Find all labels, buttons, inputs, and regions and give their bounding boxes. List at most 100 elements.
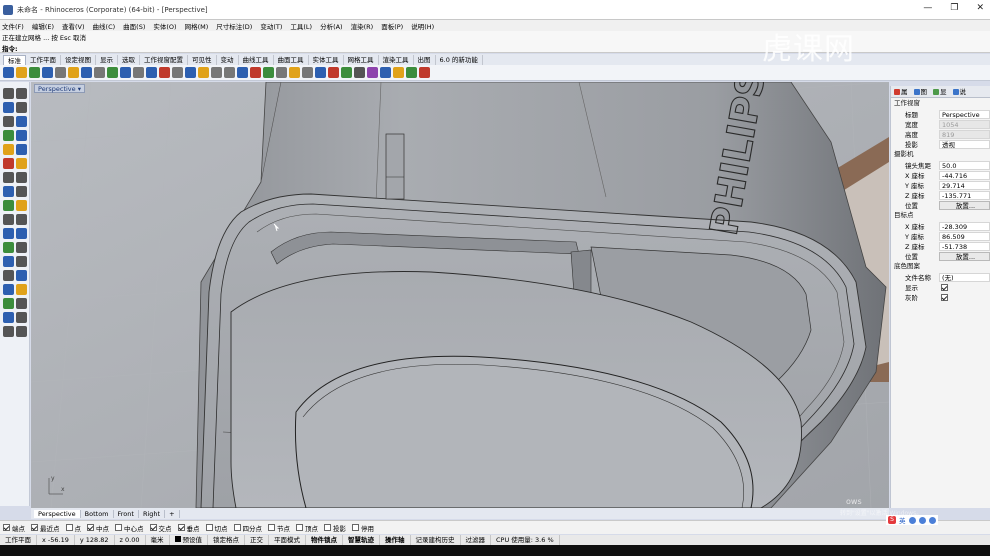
menu-solid[interactable]: 实体(O) [153,21,176,31]
toolbar-tool-icon[interactable] [107,67,118,78]
menu-curve[interactable]: 曲线(C) [93,21,116,31]
toolbar-tool-icon[interactable] [120,67,131,78]
tab-render-tools[interactable]: 渲染工具 [379,55,414,65]
maximize-button[interactable]: ❐ [950,3,958,13]
tab-solid-tools[interactable]: 实体工具 [309,55,344,65]
toolbar-tool-icon[interactable] [172,67,183,78]
projection-select[interactable]: 透视 [939,139,990,149]
toolbar-tool-icon[interactable] [302,67,313,78]
osnap-checkbox[interactable] [296,524,303,531]
toolbar-tool-icon[interactable] [289,67,300,78]
osnap-checkbox[interactable] [31,524,38,531]
palette-tool-icon[interactable] [3,228,14,239]
status-toggle[interactable]: 操作轴 [380,535,411,545]
target-x-field[interactable]: -28.309 [939,221,990,231]
palette-tool-icon[interactable] [3,256,14,267]
osnap-checkbox[interactable] [87,524,94,531]
status-layer[interactable]: 预设值 [170,535,208,545]
toolbar-tool-icon[interactable] [341,67,352,78]
camera-x-field[interactable]: -44.716 [939,170,990,180]
menu-mesh[interactable]: 网格(M) [185,21,209,31]
show-wallpaper-checkbox[interactable] [941,283,948,291]
palette-tool-icon[interactable] [16,298,27,309]
palette-tool-icon[interactable] [3,172,14,183]
tab-standard[interactable]: 标准 [3,55,26,65]
tab-set-view[interactable]: 设定视图 [61,55,96,65]
ime-toolbar[interactable]: S 英 [886,515,938,525]
palette-tool-icon[interactable] [3,242,14,253]
camera-y-field[interactable]: 29.714 [939,180,990,190]
osnap-item[interactable]: 垂点 [177,523,200,533]
toolbar-tool-icon[interactable] [367,67,378,78]
grayscale-checkbox[interactable] [941,293,948,301]
osnap-item[interactable]: 交点 [149,523,172,533]
menu-panels[interactable]: 面板(P) [381,21,403,31]
palette-tool-icon[interactable] [16,158,27,169]
tab-visibility[interactable]: 可见性 [188,55,217,65]
toolbar-tool-icon[interactable] [237,67,248,78]
menu-help[interactable]: 说明(H) [411,21,434,31]
palette-tool-icon[interactable] [16,312,27,323]
target-z-field[interactable]: -51.738 [939,241,990,251]
palette-tool-icon[interactable] [3,144,14,155]
palette-tool-icon[interactable] [16,228,27,239]
osnap-item[interactable]: 切点 [205,523,228,533]
camera-place-button[interactable]: 放置... [939,200,990,210]
title-field[interactable]: Perspective [939,109,990,119]
tab-drafting[interactable]: 出图 [414,55,436,65]
add-viewport-button[interactable]: + [165,509,180,518]
tab-new-in-v6[interactable]: 6.0 的新功能 [436,55,483,65]
toolbar-tool-icon[interactable] [29,67,40,78]
toolbar-tool-icon[interactable] [159,67,170,78]
osnap-checkbox[interactable] [149,524,157,531]
tab-viewport-layout[interactable]: 工作视窗配置 [140,55,188,65]
focal-length-field[interactable]: 50.0 [939,160,990,170]
tab-cplanes[interactable]: 工作平面 [26,55,61,65]
menu-tools[interactable]: 工具(L) [290,21,312,31]
tab-transform[interactable]: 变动 [217,55,239,65]
osnap-item[interactable]: 节点 [268,523,290,533]
palette-tool-icon[interactable] [16,270,27,281]
palette-tool-icon[interactable] [3,88,14,99]
toolbar-tool-icon[interactable] [380,67,391,78]
osnap-item[interactable]: 投影 [324,523,346,533]
toolbar-tool-icon[interactable] [328,67,339,78]
osnap-checkbox[interactable] [233,524,241,531]
palette-tool-icon[interactable] [16,200,27,211]
palette-tool-icon[interactable] [16,284,27,295]
toolbar-tool-icon[interactable] [211,67,222,78]
toolbar-tool-icon[interactable] [406,67,417,78]
tab-display-panel[interactable]: 显 [930,86,950,97]
toolbar-tool-icon[interactable] [393,67,404,78]
minimize-button[interactable]: — [923,3,932,13]
palette-tool-icon[interactable] [16,172,27,183]
palette-tool-icon[interactable] [16,256,27,267]
osnap-item[interactable]: 中心点 [115,523,144,533]
toolbar-tool-icon[interactable] [419,67,430,78]
toolbar-tool-icon[interactable] [42,67,53,78]
palette-tool-icon[interactable] [16,242,27,253]
osnap-checkbox[interactable] [177,524,185,531]
menu-file[interactable]: 文件(F) [2,21,24,31]
toolbar-tool-icon[interactable] [276,67,287,78]
osnap-checkbox[interactable] [3,524,10,531]
toolbar-tool-icon[interactable] [198,67,209,78]
status-toggle[interactable]: 平面模式 [269,535,306,545]
osnap-checkbox[interactable] [324,524,331,531]
target-place-button[interactable]: 放置... [939,251,990,261]
menu-view[interactable]: 查看(V) [62,21,85,31]
tab-properties[interactable]: 属 [891,86,911,97]
toolbar-tool-icon[interactable] [315,67,326,78]
menu-surface[interactable]: 曲面(S) [123,21,145,31]
palette-tool-icon[interactable] [16,214,27,225]
toolbar-tool-icon[interactable] [146,67,157,78]
close-button[interactable]: ✕ [976,3,984,13]
palette-tool-icon[interactable] [3,326,14,337]
tab-right[interactable]: Right [139,509,166,518]
osnap-item[interactable]: 点 [65,523,81,533]
osnap-item[interactable]: 端点 [3,523,25,533]
wallpaper-file-field[interactable]: (无) [939,272,990,282]
palette-tool-icon[interactable] [3,312,14,323]
perspective-viewport[interactable]: PHILIPS x y Perspective ▾ [31,82,889,508]
tab-perspective[interactable]: Perspective [34,509,81,518]
